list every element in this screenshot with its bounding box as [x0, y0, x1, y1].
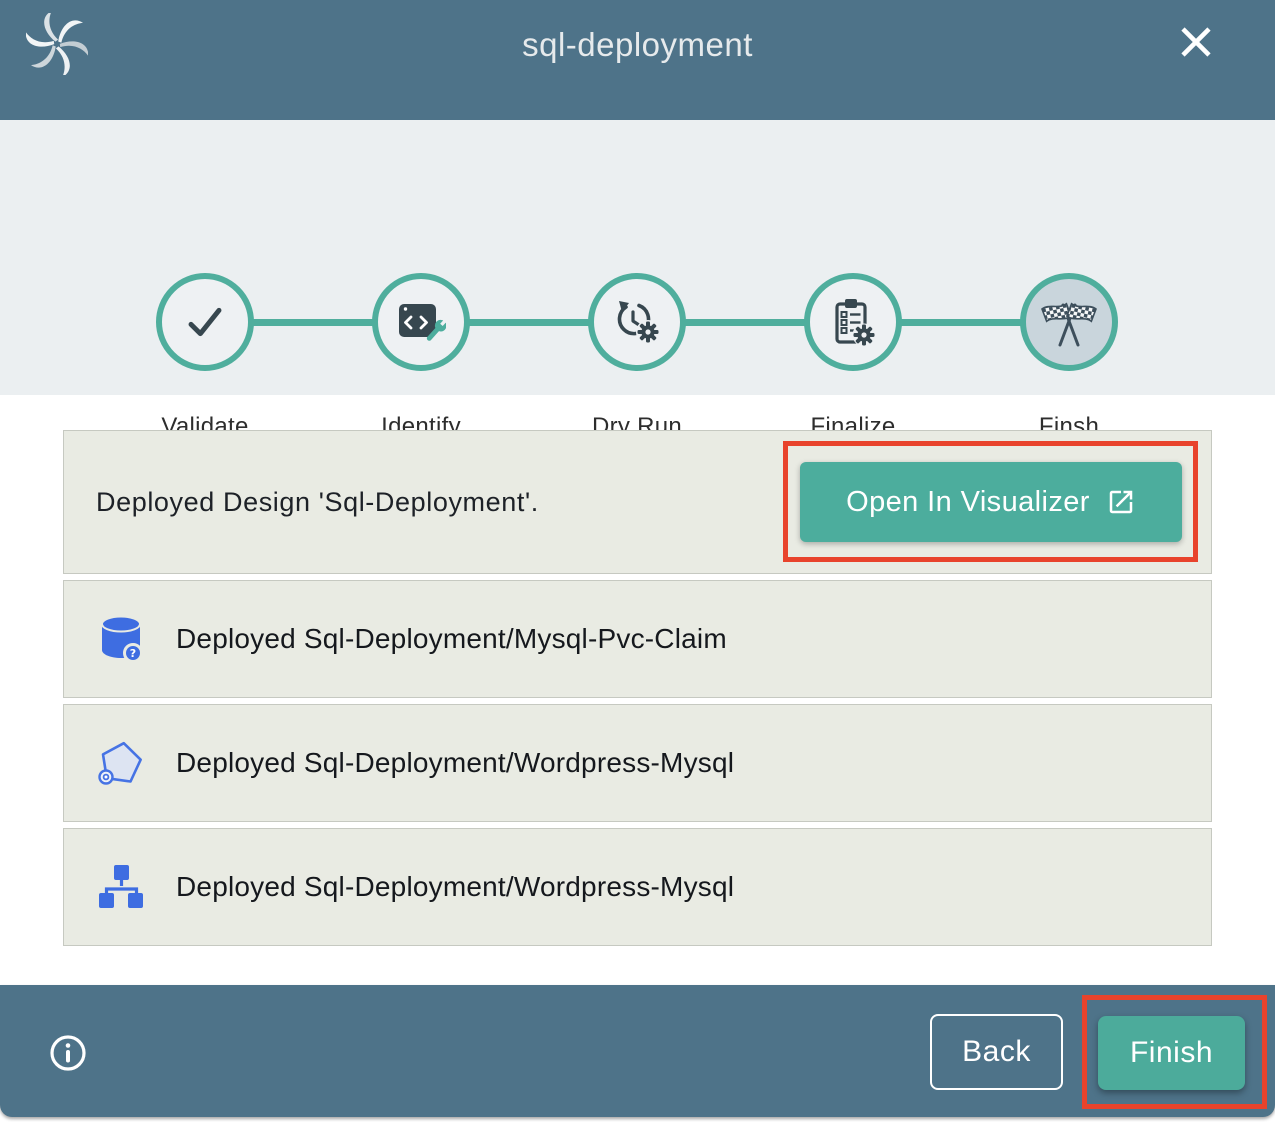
deployed-design-text: Deployed Design 'Sql-Deployment'. — [64, 487, 539, 518]
database-icon: ? — [97, 615, 145, 663]
info-icon — [48, 1033, 88, 1073]
code-window-wrench-icon — [396, 299, 446, 345]
finish-button[interactable]: Finish — [1098, 1016, 1245, 1090]
deployed-item-text: Deployed Sql-Deployment/Wordpress-Mysql — [176, 871, 734, 903]
hierarchy-icon — [97, 863, 145, 911]
step-circle-identify-environments — [372, 273, 470, 371]
finish-button-label: Finish — [1130, 1036, 1213, 1070]
clipboard-gear-icon — [829, 297, 877, 347]
deployment-dialog: sql-deployment — [0, 0, 1275, 1122]
step-circle-dry-run — [588, 273, 686, 371]
dialog-header: sql-deployment — [0, 0, 1275, 120]
step-circle-finalize-deployment — [804, 273, 902, 371]
deployed-item-text: Deployed Sql-Deployment/Wordpress-Mysql — [176, 747, 734, 779]
finish-flags-icon — [1040, 295, 1098, 349]
deployed-item-row: Deployed Sql-Deployment/Wordpress-Mysql — [63, 828, 1212, 946]
dialog-title: sql-deployment — [0, 26, 1275, 64]
open-in-visualizer-label: Open In Visualizer — [846, 486, 1090, 519]
deployment-stepper: Validate Design Identify Environments Dr… — [0, 120, 1275, 395]
deployed-item-row: ? Deployed Sql-Deployment/Mysql-Pvc-Clai… — [63, 580, 1212, 698]
open-in-visualizer-button[interactable]: Open In Visualizer — [800, 462, 1182, 542]
pentagon-component-icon — [97, 739, 145, 787]
deployed-item-row: Deployed Sql-Deployment/Wordpress-Mysql — [63, 704, 1212, 822]
close-button[interactable] — [1172, 18, 1220, 66]
history-gear-icon — [612, 299, 662, 345]
deployed-item-text: Deployed Sql-Deployment/Mysql-Pvc-Claim — [176, 623, 727, 655]
svg-text:?: ? — [130, 647, 136, 660]
step-circle-validate-design — [156, 273, 254, 371]
open-in-new-icon — [1106, 487, 1136, 517]
back-button-label: Back — [962, 1035, 1031, 1069]
dialog-footer — [0, 985, 1275, 1117]
close-icon — [1176, 22, 1216, 62]
info-button[interactable] — [48, 1033, 88, 1073]
step-circle-finish — [1020, 273, 1118, 371]
check-icon — [177, 294, 233, 350]
back-button[interactable]: Back — [930, 1014, 1063, 1090]
